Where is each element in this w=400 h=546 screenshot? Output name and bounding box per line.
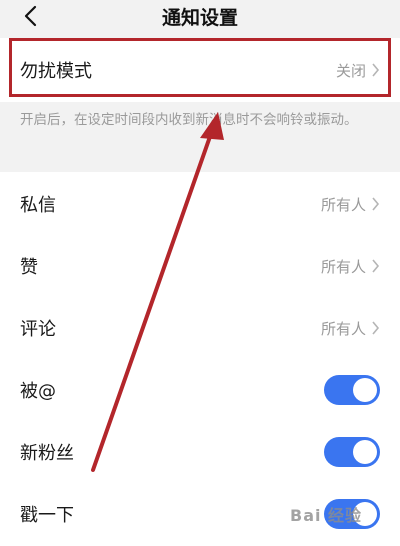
toggle-label: 被@	[20, 381, 56, 402]
toggle-label: 戳一下	[20, 505, 74, 526]
toggle-label: 新粉丝	[20, 443, 74, 464]
chevron-right-icon	[372, 321, 380, 335]
new-followers-toggle[interactable]	[324, 437, 380, 467]
mentions-toggle[interactable]	[324, 375, 380, 405]
toggle-knob	[353, 378, 377, 402]
setting-value: 所有人	[320, 195, 366, 214]
setting-label: 私信	[20, 195, 56, 216]
settings-row-comments[interactable]: 评论 所有人	[0, 298, 400, 358]
chevron-right-icon	[372, 259, 380, 273]
toggle-row-new-followers: 新粉丝	[0, 422, 400, 482]
setting-label: 评论	[20, 319, 56, 340]
chevron-right-icon	[372, 197, 380, 211]
toggle-knob	[353, 440, 377, 464]
setting-value: 所有人	[320, 319, 366, 338]
watermark: Bai 经验	[290, 506, 363, 525]
page-title: 通知设置	[161, 7, 238, 29]
settings-row-private-message[interactable]: 私信 所有人	[0, 174, 400, 234]
dnd-hint: 开启后，在设定时间段内收到新消息时不会响铃或振动。	[20, 112, 358, 128]
settings-row-likes[interactable]: 赞 所有人	[0, 236, 400, 296]
settings-panel: 私信 所有人 赞 所有人 评论 所有人 被@ 新粉丝 戳一下	[0, 172, 400, 546]
top-bar: 通知设置	[0, 0, 400, 32]
setting-value: 所有人	[320, 257, 366, 276]
setting-label: 赞	[20, 257, 38, 278]
highlight-frame	[9, 38, 391, 97]
toggle-row-mentions: 被@	[0, 360, 400, 420]
